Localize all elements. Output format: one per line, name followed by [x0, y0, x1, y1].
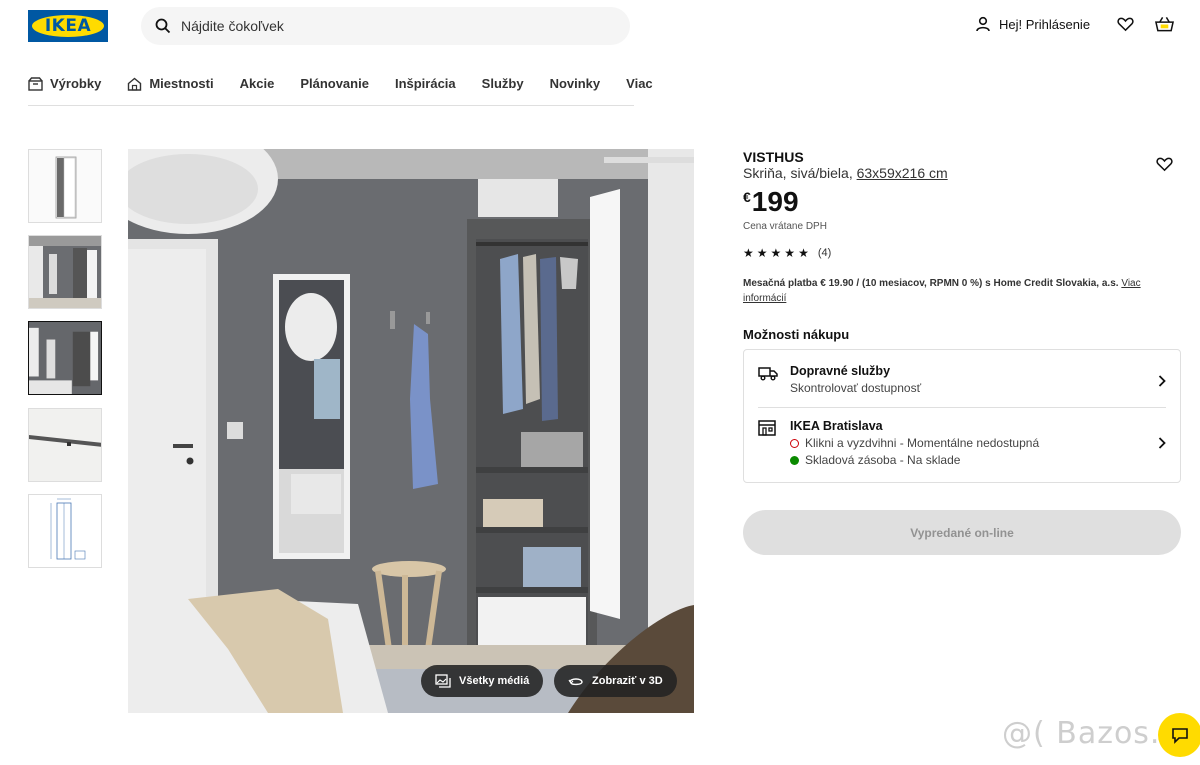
star-icon: ★: [784, 246, 796, 260]
star-icon: ★: [798, 246, 809, 260]
nav-label: Služby: [481, 76, 524, 91]
user-icon: [976, 16, 990, 32]
nav-item-akcie[interactable]: Akcie: [240, 76, 275, 91]
wardrobe-thumb-image: [29, 150, 101, 222]
review-count: (4): [817, 247, 832, 259]
nav-label: Miestnosti: [149, 76, 214, 91]
view-3d-button[interactable]: Zobraziť v 3D: [554, 665, 677, 697]
chat-button[interactable]: [1158, 713, 1200, 757]
monthly-payment-text: Mesačná platba € 19.90 / (10 mesiacov, R…: [743, 278, 1119, 289]
store-option-row[interactable]: IKEA Bratislava Klikni a vyzdvihni - Mom…: [758, 417, 1166, 473]
product-price: € 199: [743, 186, 799, 218]
gallery-icon: [435, 674, 451, 688]
star-icon: ★: [770, 246, 782, 260]
store-icon: [758, 420, 776, 436]
chevron-right-icon: [1158, 375, 1166, 387]
nav-item-viac[interactable]: Viac: [626, 76, 653, 91]
bedroom-scene-image: [128, 149, 694, 713]
search-bar[interactable]: [141, 7, 630, 45]
logo-text: IKEA: [44, 16, 92, 36]
nav-item-vyrobky[interactable]: Výrobky: [28, 76, 101, 91]
main-product-image[interactable]: [128, 149, 694, 713]
product-rating[interactable]: ★ ★ ★ ★ ★ (4): [743, 246, 831, 260]
click-collect-status: Klikni a vyzdvihni - Momentálne nedostup…: [790, 436, 1039, 450]
nav-label: Inšpirácia: [394, 76, 456, 91]
login-label: Hej! Prihlásenie: [999, 16, 1091, 32]
thumbnail-product[interactable]: [28, 149, 102, 223]
monthly-payment-info: Mesačná platba € 19.90 / (10 mesiacov, R…: [743, 276, 1163, 306]
view-3d-label: Zobraziť v 3D: [592, 675, 663, 687]
price-currency: €: [743, 189, 751, 205]
logo-oval: IKEA: [32, 15, 104, 37]
vat-note: Cena vrátane DPH: [743, 221, 827, 232]
thumbnail-dimensions[interactable]: [28, 494, 102, 568]
all-media-button[interactable]: Všetky médiá: [421, 665, 544, 697]
nav-label: Novinky: [549, 76, 601, 91]
sold-out-online-button[interactable]: Vypredané on-line: [743, 510, 1181, 555]
star-icon: ★: [743, 246, 754, 260]
room-thumb-image: [29, 322, 101, 394]
thumbnail-handle-detail[interactable]: [28, 408, 102, 482]
chevron-right-icon: [1158, 437, 1166, 449]
nav-label: Výrobky: [50, 76, 102, 91]
product-description: Skriňa, sivá/biela, 63x59x216 cm: [743, 165, 948, 181]
product-type: Skriňa, sivá/biela,: [743, 165, 853, 181]
nav-item-sluzby[interactable]: Služby: [482, 76, 524, 91]
product-name: VISTHUS: [743, 149, 804, 165]
delivery-title: Dopravné služby: [790, 364, 891, 378]
thumbnail-room-1[interactable]: [28, 235, 102, 309]
search-input[interactable]: [181, 18, 581, 34]
search-icon: [155, 18, 171, 34]
nav-item-novinky[interactable]: Novinky: [550, 76, 601, 91]
delivery-subtitle: Skontrolovať dostupnosť: [790, 381, 922, 395]
chat-icon: [1172, 727, 1188, 744]
store-stock-status: Skladová zásoba - Na sklade: [790, 453, 960, 467]
all-media-label: Všetky médiá: [459, 675, 530, 687]
store-title: IKEA Bratislava: [790, 419, 883, 433]
nav-label: Plánovanie: [300, 76, 369, 91]
login-link[interactable]: Hej! Prihlásenie: [975, 16, 1090, 32]
price-value: 199: [751, 186, 799, 217]
store-stock-text: Skladová zásoba - Na sklade: [805, 453, 961, 467]
nav-item-miestnosti[interactable]: Miestnosti: [127, 76, 214, 91]
handle-thumb-image: [29, 409, 101, 481]
in-stock-dot-icon: [790, 455, 799, 465]
truck-icon: [758, 367, 778, 381]
delivery-option-row[interactable]: Dopravné služby Skontrolovať dostupnosť: [758, 362, 1166, 408]
ikea-logo[interactable]: IKEA: [28, 10, 108, 42]
house-icon: [128, 77, 142, 91]
room-thumb-image: [29, 236, 101, 308]
nav-label: Akcie: [239, 76, 275, 91]
nav-item-planovanie[interactable]: Plánovanie: [300, 76, 369, 91]
cart-icon[interactable]: [1155, 16, 1174, 33]
heart-icon[interactable]: [1117, 16, 1134, 32]
box-icon: [28, 76, 43, 91]
product-dimensions-link[interactable]: 63x59x216 cm: [857, 165, 948, 181]
dimensions-thumb-image: [29, 495, 101, 567]
purchase-options-title: Možnosti nákupu: [743, 327, 850, 342]
nav-item-inspiracia[interactable]: Inšpirácia: [395, 76, 456, 91]
main-nav: Výrobky Miestnosti Akcie Plánovanie Inšp…: [28, 62, 653, 106]
purchase-options-card: Dopravné služby Skontrolovať dostupnosť …: [743, 349, 1181, 483]
unavailable-dot-icon: [790, 438, 799, 448]
add-to-favourites-heart-icon[interactable]: [1156, 156, 1173, 172]
click-collect-text: Klikni a vyzdvihni - Momentálne nedostup…: [805, 436, 1040, 450]
thumbnail-room-2[interactable]: [28, 321, 102, 395]
nav-label: Viac: [626, 76, 653, 91]
star-icon: ★: [756, 246, 768, 260]
rotate-3d-icon: [568, 678, 583, 686]
